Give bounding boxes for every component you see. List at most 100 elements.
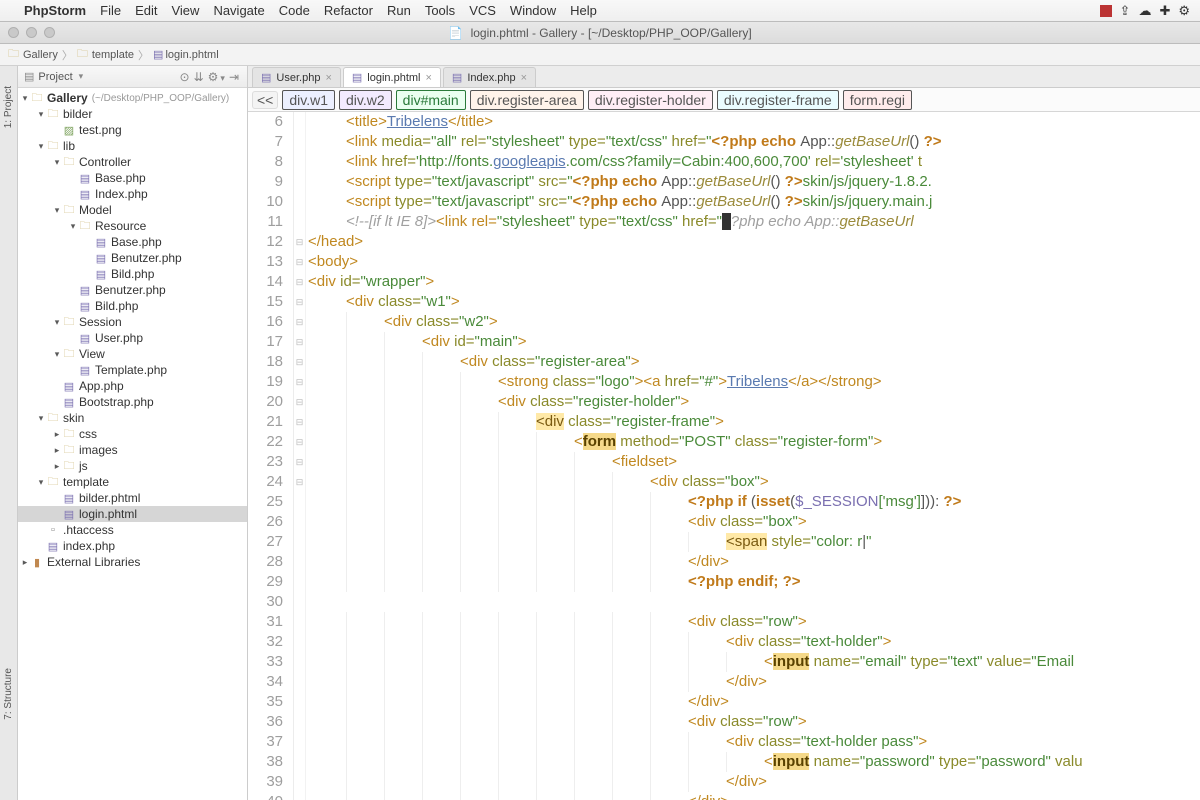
php-icon: ▤	[78, 300, 92, 313]
menu-window[interactable]: Window	[510, 3, 556, 18]
nav-seg[interactable]: div.w2	[339, 90, 392, 110]
tree-item-images[interactable]: ▸🗀images	[18, 442, 247, 458]
tree-item-lib[interactable]: ▾🗀lib	[18, 138, 247, 154]
toolwindow-project[interactable]: 1: Project	[3, 86, 14, 128]
app-name[interactable]: PhpStorm	[24, 3, 86, 18]
folder-icon: 🗀	[46, 473, 60, 492]
php-icon: ▤	[62, 380, 76, 393]
tray-sync-icon[interactable]: ✚	[1159, 3, 1170, 19]
close-icon[interactable]: ×	[425, 72, 431, 84]
toolwindow-structure[interactable]: 7: Structure	[3, 668, 14, 720]
nav-back-button[interactable]: <<	[252, 91, 278, 109]
editor-tab-login-phtml[interactable]: ▤login.phtml×	[343, 67, 441, 87]
tree-item-app-php[interactable]: ▤App.php	[18, 378, 247, 394]
menu-run[interactable]: Run	[387, 3, 411, 18]
tree-item-login-phtml[interactable]: ▤login.phtml	[18, 506, 247, 522]
tree-item-model[interactable]: ▾🗀Model	[18, 202, 247, 218]
code-content[interactable]: <title>Tribelens</title><link media="all…	[306, 112, 1200, 800]
close-icon[interactable]: ×	[325, 72, 331, 84]
editor-area: ▤User.php×▤login.phtml×▤Index.php× << di…	[248, 66, 1200, 800]
main-split: 1: Project 7: Structure ▤ Project ▾ ⊙ ⇊ …	[0, 66, 1200, 800]
folder-icon: 🗀	[30, 89, 44, 108]
tree-item-css[interactable]: ▸🗀css	[18, 426, 247, 442]
project-tree[interactable]: ▾🗀 Gallery(~/Desktop/PHP_OOP/Gallery) ▾🗀…	[18, 88, 247, 800]
nav-seg[interactable]: div.register-area	[470, 90, 584, 110]
left-tool-strip: 1: Project 7: Structure	[0, 66, 18, 800]
crumb-folder[interactable]: template	[92, 49, 134, 61]
tree-item-base-php[interactable]: ▤Base.php	[18, 234, 247, 250]
php-icon: ▤	[62, 508, 76, 521]
collapse-all-icon[interactable]: ⇊	[192, 70, 206, 84]
tree-item-bild-php[interactable]: ▤Bild.php	[18, 266, 247, 282]
macos-menubar: PhpStorm File Edit View Navigate Code Re…	[0, 0, 1200, 22]
scroll-from-source-icon[interactable]: ⊙	[178, 70, 192, 84]
tree-item-bild-php[interactable]: ▤Bild.php	[18, 298, 247, 314]
folder-icon: 🗀	[46, 105, 60, 124]
php-file-icon: ▤	[452, 71, 462, 84]
tree-item--htaccess[interactable]: ▫.htaccess	[18, 522, 247, 538]
nav-seg[interactable]: div.w1	[282, 90, 335, 110]
tray-rec-icon[interactable]	[1100, 5, 1112, 17]
menu-tools[interactable]: Tools	[425, 3, 455, 18]
tray-gear-icon[interactable]: ⚙	[1178, 3, 1190, 19]
editor-tab-index-php[interactable]: ▤Index.php×	[443, 67, 536, 87]
editor-tab-user-php[interactable]: ▤User.php×	[252, 67, 341, 87]
gear-icon[interactable]: ⚙▾	[206, 70, 227, 84]
library-icon: ▮	[30, 556, 44, 569]
tree-item-session[interactable]: ▾🗀Session	[18, 314, 247, 330]
window-controls	[8, 27, 55, 38]
menu-vcs[interactable]: VCS	[469, 3, 496, 18]
hide-icon[interactable]: ⇥	[227, 70, 241, 84]
code-editor[interactable]: 6789101112131415161718192021222324252627…	[248, 112, 1200, 800]
chevron-down-icon: ▾	[79, 71, 84, 82]
menu-refactor[interactable]: Refactor	[324, 3, 373, 18]
tree-item-resource[interactable]: ▾🗀Resource	[18, 218, 247, 234]
php-file-icon: ▤	[352, 71, 362, 84]
menu-view[interactable]: View	[171, 3, 199, 18]
tree-item-benutzer-php[interactable]: ▤Benutzer.php	[18, 250, 247, 266]
tree-item-skin[interactable]: ▾🗀skin	[18, 410, 247, 426]
tree-item-user-php[interactable]: ▤User.php	[18, 330, 247, 346]
nav-seg[interactable]: div.register-frame	[717, 90, 839, 110]
fold-gutter[interactable]: ⊟⊟⊟⊟⊟⊟⊟⊟⊟⊟⊟⊟⊟	[294, 112, 306, 800]
zoom-window-button[interactable]	[44, 27, 55, 38]
tree-external-libs[interactable]: ▸▮ External Libraries	[18, 554, 247, 570]
menu-code[interactable]: Code	[279, 3, 310, 18]
window-titlebar: 📄 login.phtml - Gallery - [~/Desktop/PHP…	[0, 22, 1200, 44]
nav-seg[interactable]: div#main	[396, 90, 466, 110]
crumb-file[interactable]: login.phtml	[165, 49, 218, 61]
tree-item-template-php[interactable]: ▤Template.php	[18, 362, 247, 378]
tree-item-index-php[interactable]: ▤Index.php	[18, 186, 247, 202]
img-icon: ▨	[62, 124, 76, 137]
folder-icon: 🗀	[62, 313, 76, 332]
nav-seg[interactable]: div.register-holder	[588, 90, 713, 110]
nav-seg[interactable]: form.regi	[843, 90, 912, 110]
minimize-window-button[interactable]	[26, 27, 37, 38]
folder-icon: 🗀	[62, 153, 76, 172]
tree-item-index-php[interactable]: ▤index.php	[18, 538, 247, 554]
chevron-right-icon: 〉	[62, 47, 73, 63]
breadcrumb: 🗀 Gallery 〉 🗀 template 〉 ▤ login.phtml	[0, 44, 1200, 66]
close-window-button[interactable]	[8, 27, 19, 38]
tree-item-bilder[interactable]: ▾🗀bilder	[18, 106, 247, 122]
php-icon: ▤	[94, 268, 108, 281]
php-file-icon: ▤	[261, 71, 271, 84]
menu-help[interactable]: Help	[570, 3, 597, 18]
php-file-icon: ▤	[153, 48, 163, 61]
tree-item-template[interactable]: ▾🗀template	[18, 474, 247, 490]
tree-item-controller[interactable]: ▾🗀Controller	[18, 154, 247, 170]
crumb-root[interactable]: Gallery	[23, 49, 58, 61]
menu-file[interactable]: File	[100, 3, 121, 18]
tree-item-base-php[interactable]: ▤Base.php	[18, 170, 247, 186]
tray-cloud-icon[interactable]: ☁	[1138, 3, 1151, 19]
tree-item-view[interactable]: ▾🗀View	[18, 346, 247, 362]
tree-item-benutzer-php[interactable]: ▤Benutzer.php	[18, 282, 247, 298]
folder-icon: 🗀	[62, 345, 76, 364]
file-icon: ▫	[46, 524, 60, 536]
sidebar-title[interactable]: ▤ Project ▾	[24, 70, 83, 83]
menu-navigate[interactable]: Navigate	[213, 3, 264, 18]
tray-dropbox-icon[interactable]: ⇪	[1120, 3, 1131, 19]
close-icon[interactable]: ×	[521, 72, 527, 84]
tree-item-bilder-phtml[interactable]: ▤bilder.phtml	[18, 490, 247, 506]
menu-edit[interactable]: Edit	[135, 3, 157, 18]
